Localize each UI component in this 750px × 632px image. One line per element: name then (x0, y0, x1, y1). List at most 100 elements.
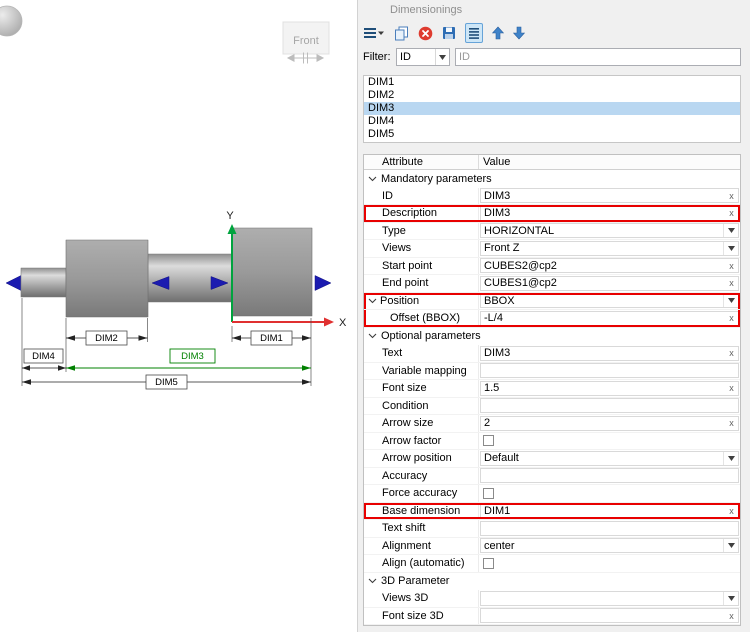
property-row-condition: Condition (364, 398, 740, 416)
chevron-expanded-icon[interactable] (368, 578, 377, 584)
filter-field-select[interactable]: ID (396, 48, 450, 66)
delete-button[interactable] (418, 23, 433, 43)
x-axis-label: X (339, 317, 347, 329)
value-text: center (481, 540, 723, 552)
value-field[interactable] (480, 363, 739, 378)
dim3-label[interactable]: DIM3 (181, 351, 204, 362)
list-item-dim1[interactable]: DIM1 (364, 76, 740, 89)
nav-cube-label[interactable]: Front (293, 35, 319, 47)
nav-cube[interactable]: Front (283, 22, 329, 64)
value-field[interactable]: CUBES2@cp2x (480, 258, 739, 273)
dimension-dim3[interactable]: DIM3 (66, 349, 311, 371)
copy-icon (394, 26, 409, 41)
cone-marker-left[interactable] (6, 276, 21, 291)
value-field[interactable]: HORIZONTAL (480, 223, 739, 238)
cylinder-left[interactable] (21, 268, 66, 297)
value-field[interactable]: DIM1x (480, 503, 739, 518)
list-item-dim3[interactable]: DIM3 (364, 102, 740, 115)
clear-icon[interactable]: x (725, 383, 738, 393)
filter-input[interactable] (455, 48, 741, 66)
value-field[interactable]: x (480, 608, 739, 623)
value-field[interactable]: DIM3x (480, 188, 739, 203)
chevron-down-icon[interactable] (723, 539, 738, 552)
list-view-button[interactable] (465, 23, 483, 43)
clear-icon[interactable]: x (725, 278, 738, 288)
chevron-expanded-icon[interactable] (368, 176, 377, 182)
value-cell (479, 590, 740, 607)
value-field[interactable]: -L/4x (480, 311, 739, 326)
chevron-down-icon[interactable] (723, 294, 738, 307)
dimension-dim1[interactable]: DIM1 (232, 331, 311, 345)
dimension-dim5[interactable]: DIM5 (22, 375, 311, 389)
move-down-button[interactable] (513, 23, 525, 43)
value-field[interactable]: DIM3x (480, 206, 739, 221)
chevron-down-icon[interactable] (723, 242, 738, 255)
3d-viewport[interactable]: Front (0, 0, 357, 632)
value-field[interactable] (480, 521, 739, 536)
cylinder-middle[interactable] (148, 254, 232, 302)
value-cell: Default (479, 450, 740, 467)
chevron-down-icon[interactable] (435, 49, 449, 65)
clear-icon[interactable]: x (725, 348, 738, 358)
clear-icon[interactable]: x (725, 506, 738, 516)
checkbox[interactable] (483, 558, 494, 569)
value-field[interactable]: BBOX (480, 293, 739, 308)
checkbox[interactable] (483, 435, 494, 446)
section-row-mandatory-parameters: Mandatory parameters (364, 170, 740, 188)
property-row-views-3d: Views 3D (364, 590, 740, 608)
value-field[interactable] (480, 591, 739, 606)
attribute-label: Text (382, 347, 402, 359)
value-field[interactable] (480, 398, 739, 413)
value-field[interactable]: 1.5x (480, 381, 739, 396)
clear-icon[interactable]: x (725, 611, 738, 621)
property-row-accuracy: Accuracy (364, 468, 740, 486)
clear-icon[interactable]: x (725, 261, 738, 271)
attribute-label: Force accuracy (382, 487, 457, 499)
attribute-cell: End point (364, 275, 479, 292)
value-field[interactable]: DIM3x (480, 346, 739, 361)
move-up-button[interactable] (492, 23, 504, 43)
chevron-down-icon[interactable] (723, 224, 738, 237)
viewport-canvas[interactable]: Front (0, 0, 357, 632)
clear-icon[interactable]: x (725, 313, 738, 323)
chevron-down-icon[interactable] (723, 592, 738, 605)
filter-label: Filter: (363, 51, 396, 63)
attribute-label: End point (382, 277, 428, 289)
list-item-dim2[interactable]: DIM2 (364, 89, 740, 102)
nav-sphere[interactable] (0, 6, 22, 36)
list-item-dim4[interactable]: DIM4 (364, 115, 740, 128)
cube-block-left[interactable] (66, 240, 148, 317)
attribute-label: Condition (382, 400, 428, 412)
panel-title: Dimensionings (358, 0, 750, 20)
dimension-dim2[interactable]: DIM2 (66, 331, 148, 345)
3d-model[interactable] (6, 228, 331, 317)
cube-block-right[interactable] (232, 228, 312, 316)
save-button[interactable] (442, 23, 456, 43)
cone-marker-right[interactable] (315, 276, 331, 291)
dimension-dim4[interactable]: DIM4 (22, 349, 66, 371)
value-field[interactable] (480, 468, 739, 483)
value-field[interactable]: center (480, 538, 739, 553)
dim1-label[interactable]: DIM1 (260, 333, 283, 344)
value-field[interactable]: Default (480, 451, 739, 466)
dim4-label[interactable]: DIM4 (32, 351, 55, 362)
checkbox[interactable] (483, 488, 494, 499)
dim2-label[interactable]: DIM2 (95, 333, 118, 344)
list-item-dim5[interactable]: DIM5 (364, 128, 740, 141)
clear-icon[interactable]: x (725, 191, 738, 201)
value-field[interactable]: 2x (480, 416, 739, 431)
value-field[interactable]: Front Z (480, 241, 739, 256)
chevron-expanded-icon[interactable] (368, 333, 377, 339)
list-menu-button[interactable] (363, 23, 385, 43)
clear-icon[interactable]: x (725, 208, 738, 218)
value-cell: DIM1x (479, 503, 740, 520)
copy-button[interactable] (394, 23, 409, 43)
section-label: Optional parameters (381, 330, 481, 342)
chevron-down-icon[interactable] (723, 452, 738, 465)
value-field[interactable]: CUBES1@cp2x (480, 276, 739, 291)
property-row-variable-mapping: Variable mapping (364, 363, 740, 381)
attribute-cell: Force accuracy (364, 485, 479, 502)
clear-icon[interactable]: x (725, 418, 738, 428)
dim5-label[interactable]: DIM5 (155, 377, 178, 388)
chevron-expanded-icon[interactable] (368, 298, 377, 304)
